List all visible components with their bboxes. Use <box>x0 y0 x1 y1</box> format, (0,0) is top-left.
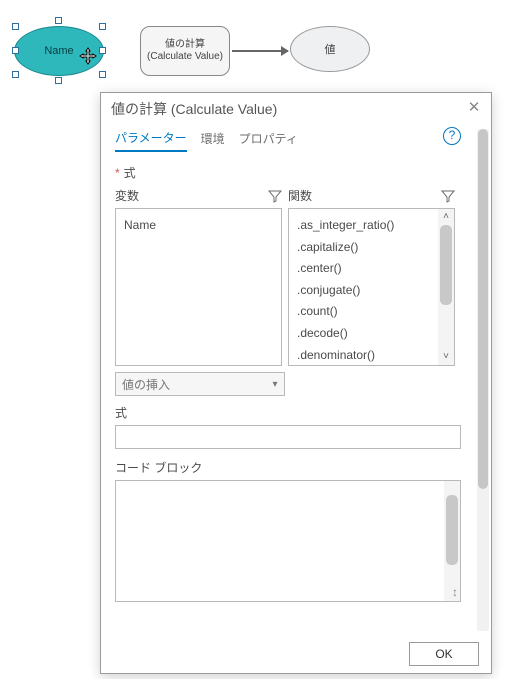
close-icon[interactable]: ✕ <box>465 99 483 117</box>
list-item[interactable]: .count() <box>297 301 436 323</box>
output-node-value[interactable]: 値 <box>290 26 370 72</box>
resize-handle[interactable] <box>99 23 106 30</box>
variables-listbox[interactable]: Name <box>115 208 282 366</box>
list-item[interactable]: .conjugate() <box>297 280 436 302</box>
list-item[interactable]: Name <box>124 215 273 237</box>
resize-handle[interactable] <box>12 23 19 30</box>
functions-listbox[interactable]: .as_integer_ratio() .capitalize() .cente… <box>288 208 455 366</box>
tab-environment[interactable]: 環境 <box>201 126 225 151</box>
list-item[interactable]: .center() <box>297 258 436 280</box>
tab-bar: パラメーター 環境 プロパティ ? <box>115 125 461 156</box>
list-item[interactable]: .as_integer_ratio() <box>297 215 436 237</box>
dialog-titlebar: 値の計算 (Calculate Value) ✕ <box>101 93 491 125</box>
scrollbar[interactable] <box>444 481 460 601</box>
resize-handle[interactable] <box>99 47 106 54</box>
dialog-scrollbar[interactable] <box>475 125 491 635</box>
list-item[interactable]: .capitalize() <box>297 237 436 259</box>
variable-node-label: Name <box>44 45 73 57</box>
codeblock-label: コード ブロック <box>115 459 461 476</box>
chevron-down-icon: ▾ <box>273 379 278 390</box>
scroll-track[interactable] <box>438 225 454 349</box>
expression-field-label: 式 <box>115 404 461 421</box>
calculate-value-dialog: 値の計算 (Calculate Value) ✕ パラメーター 環境 プロパティ… <box>100 92 492 674</box>
move-cursor-icon <box>79 47 97 65</box>
tab-properties[interactable]: プロパティ <box>239 126 298 151</box>
insert-value-dropdown[interactable]: 値の挿入 ▾ <box>115 372 285 396</box>
scroll-up-icon[interactable]: ˄ <box>438 209 454 225</box>
resize-handle[interactable] <box>55 77 62 84</box>
list-item[interactable]: .denominator() <box>297 345 436 366</box>
resize-handle[interactable] <box>55 17 62 24</box>
dialog-body: パラメーター 環境 プロパティ ? *式 変数 <box>101 125 475 635</box>
scroll-thumb[interactable] <box>478 129 488 489</box>
connector-arrow <box>232 50 288 52</box>
help-icon[interactable]: ? <box>443 127 461 145</box>
tool-node-label-en: (Calculate Value) <box>147 51 223 63</box>
tab-parameters[interactable]: パラメーター <box>115 125 187 152</box>
scroll-thumb[interactable] <box>440 225 452 305</box>
required-marker: * <box>115 166 120 180</box>
scrollbar[interactable]: ˄ ˅ <box>438 209 454 365</box>
dialog-footer: OK <box>101 635 491 673</box>
filter-icon[interactable] <box>268 189 282 203</box>
filter-icon[interactable] <box>441 189 455 203</box>
dropdown-placeholder: 値の挿入 <box>122 376 170 393</box>
expand-grip-icon[interactable]: ↕ <box>452 585 458 599</box>
list-item[interactable]: .decode() <box>297 323 436 345</box>
expression-section-label: *式 <box>115 164 461 181</box>
resize-handle[interactable] <box>12 71 19 78</box>
tool-node-label-jp: 値の計算 <box>165 39 205 51</box>
expression-label-text: 式 <box>124 166 136 180</box>
resize-handle[interactable] <box>12 47 19 54</box>
scroll-thumb[interactable] <box>446 495 458 565</box>
expression-input[interactable] <box>115 425 461 449</box>
dialog-title-text: 値の計算 (Calculate Value) <box>111 99 277 119</box>
ok-button[interactable]: OK <box>409 642 479 666</box>
output-node-label: 値 <box>325 41 336 57</box>
functions-header: 関数 <box>288 187 312 204</box>
codeblock-input[interactable]: ↕ ↕ <box>115 480 461 602</box>
scroll-down-icon[interactable]: ˅ <box>438 349 454 365</box>
tool-node-calculate-value[interactable]: 値の計算 (Calculate Value) <box>140 26 230 76</box>
resize-handle[interactable] <box>99 71 106 78</box>
variables-header: 変数 <box>115 187 139 204</box>
